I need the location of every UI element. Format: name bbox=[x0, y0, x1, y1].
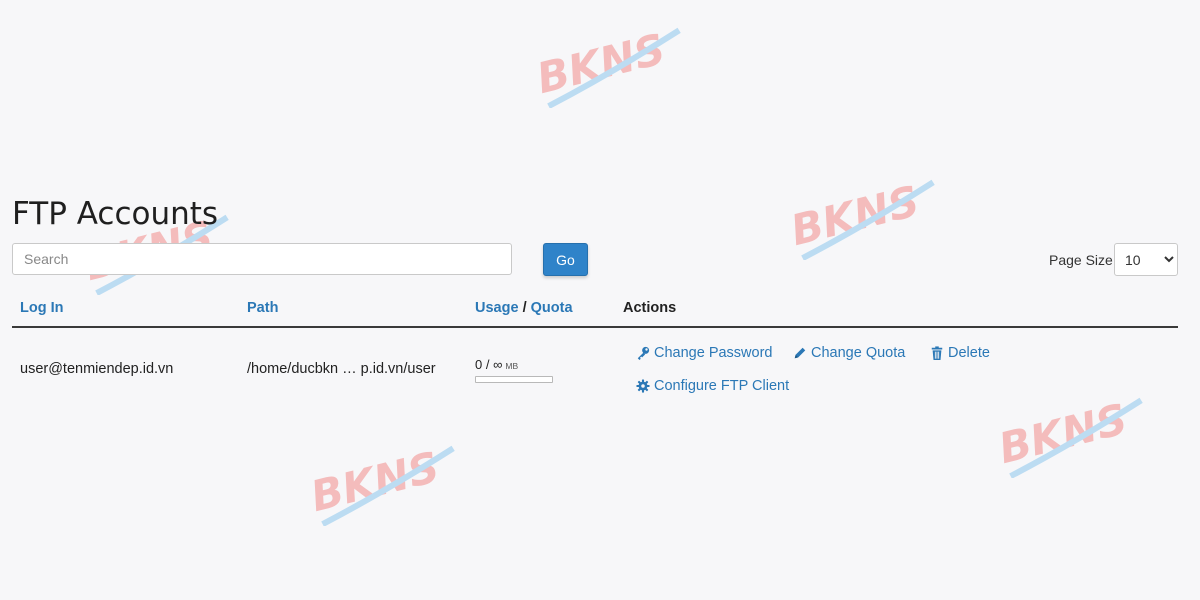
change-password-link[interactable]: Change Password bbox=[636, 345, 773, 361]
usage-progress-bar bbox=[475, 376, 553, 383]
delete-link[interactable]: Delete bbox=[930, 345, 990, 361]
column-header-path[interactable]: Path bbox=[247, 300, 278, 316]
svg-text:BKNS: BKNS bbox=[994, 394, 1132, 473]
column-header-actions: Actions bbox=[623, 300, 677, 316]
key-icon bbox=[637, 346, 650, 360]
column-header-separator: / bbox=[522, 300, 527, 316]
usage-cell: 0 / ∞ MB bbox=[475, 357, 518, 372]
change-password-label: Change Password bbox=[654, 345, 773, 361]
gear-icon bbox=[636, 379, 650, 393]
bkns-watermark: BKNS bbox=[992, 388, 1152, 478]
bkns-watermark: BKNS bbox=[304, 436, 464, 526]
search-input[interactable] bbox=[12, 243, 512, 275]
svg-text:BKNS: BKNS bbox=[786, 176, 924, 255]
login-cell: user@tenmiendep.id.vn bbox=[20, 361, 174, 377]
svg-text:BKNS: BKNS bbox=[306, 442, 444, 521]
delete-label: Delete bbox=[948, 345, 990, 361]
table-header-divider bbox=[12, 326, 1178, 328]
usage-unit: MB bbox=[505, 361, 519, 371]
bkns-watermark: BKNS bbox=[530, 18, 690, 108]
pencil-icon bbox=[794, 347, 806, 359]
change-quota-link[interactable]: Change Quota bbox=[793, 345, 905, 361]
svg-text:BKNS: BKNS bbox=[532, 24, 670, 103]
column-header-quota[interactable]: Quota bbox=[531, 300, 573, 316]
change-quota-label: Change Quota bbox=[811, 345, 906, 361]
page-size-label: Page Size bbox=[1049, 252, 1113, 268]
usage-separator: / bbox=[485, 357, 490, 372]
path-cell: /home/ducbkn … p.id.vn/user bbox=[247, 361, 436, 377]
column-header-login[interactable]: Log In bbox=[20, 300, 64, 316]
quota-value: ∞ bbox=[493, 357, 503, 372]
configure-ftp-client-link[interactable]: Configure FTP Client bbox=[636, 378, 789, 394]
bkns-watermark: BKNS bbox=[784, 170, 944, 260]
page-size-select[interactable]: 10 bbox=[1114, 243, 1178, 276]
usage-value: 0 bbox=[475, 357, 483, 372]
column-header-usage[interactable]: Usage bbox=[475, 300, 519, 316]
trash-icon bbox=[931, 346, 943, 360]
page-title: FTP Accounts bbox=[12, 196, 219, 232]
column-header-usage-quota: Usage / Quota bbox=[475, 300, 573, 316]
go-button[interactable]: Go bbox=[543, 243, 588, 276]
configure-ftp-client-label: Configure FTP Client bbox=[654, 378, 790, 394]
